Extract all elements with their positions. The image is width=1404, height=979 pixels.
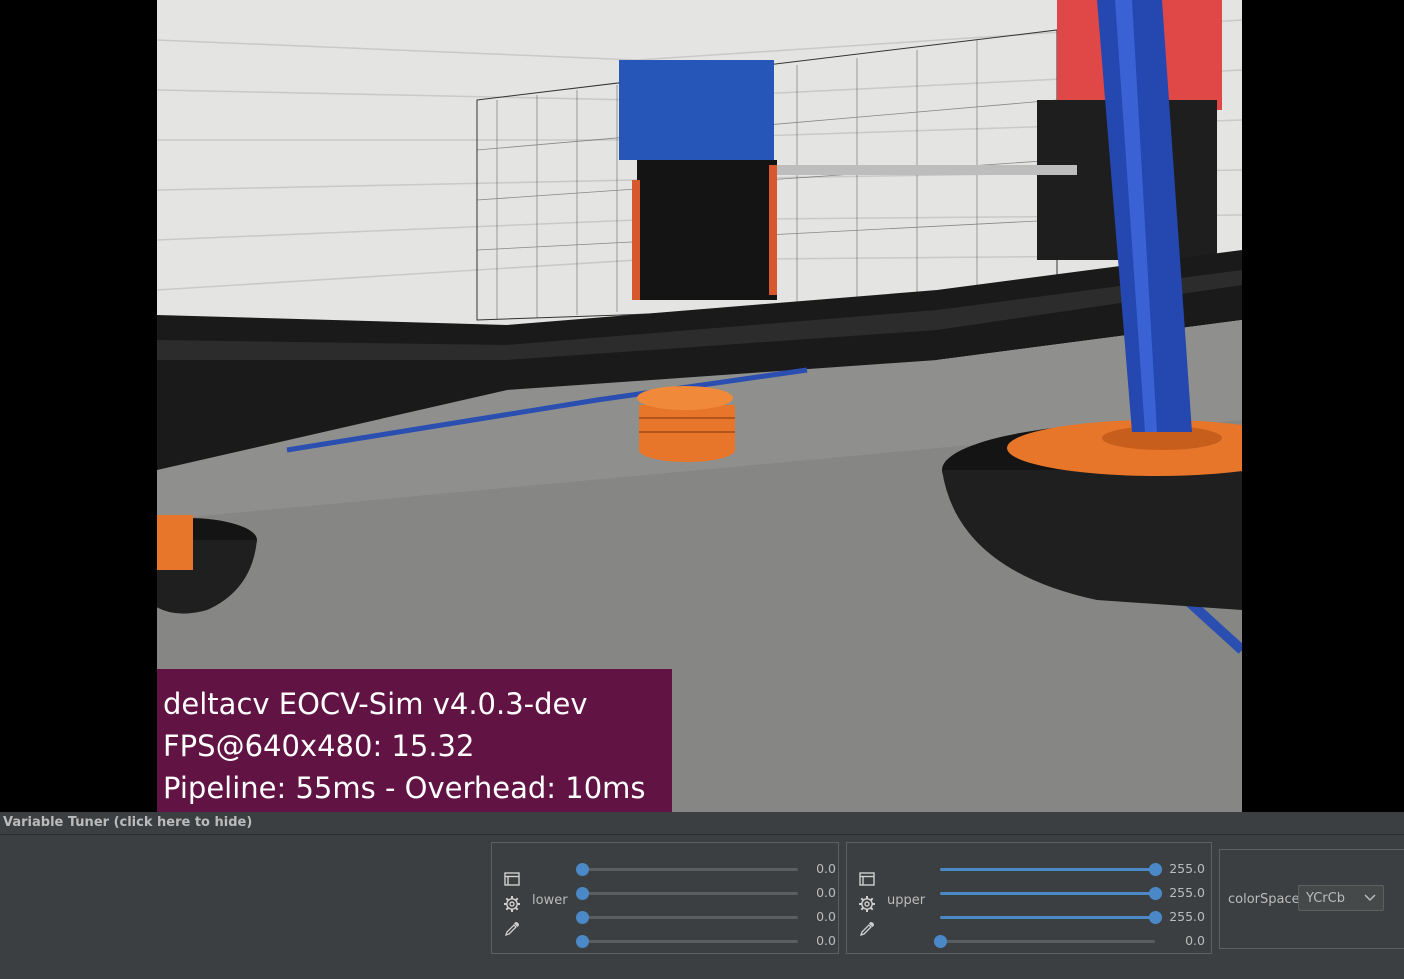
lower-slider-thumb[interactable] <box>576 911 589 924</box>
upper-label: upper <box>887 893 926 908</box>
upper-slider-thumb[interactable] <box>1149 887 1162 900</box>
window-icon[interactable] <box>501 868 523 890</box>
stats-overlay: deltacv EOCV-Sim v4.0.3-dev FPS@640x480:… <box>157 669 672 812</box>
upper-slider-fill <box>940 916 1155 919</box>
gear-icon[interactable] <box>501 893 523 915</box>
eyedropper-icon[interactable] <box>501 918 523 940</box>
lower-slider-thumb[interactable] <box>576 887 589 900</box>
variable-tuner-toggle[interactable]: Variable Tuner (click here to hide) <box>0 812 1404 835</box>
upper-slider-row: 255.0 <box>940 883 1208 903</box>
viewport: deltacv EOCV-Sim v4.0.3-dev FPS@640x480:… <box>0 0 1404 812</box>
variable-tuner-title: Variable Tuner (click here to hide) <box>3 815 253 830</box>
lower-slider-row: 0.0 <box>576 859 836 879</box>
lower-slider-track[interactable] <box>582 868 798 871</box>
upper-slider-value: 255.0 <box>1169 885 1205 900</box>
upper-slider-value: 255.0 <box>1169 861 1205 876</box>
colorspace-selected-value: YCrCb <box>1306 891 1345 906</box>
lower-slider-track[interactable] <box>582 892 798 895</box>
eyedropper-icon[interactable] <box>856 918 878 940</box>
version-text: deltacv EOCV-Sim v4.0.3-dev <box>163 687 588 721</box>
upper-slider-thumb[interactable] <box>1149 863 1162 876</box>
variable-tuner-panel: lower 0.0 0.0 0.0 0.0 upper 255.0 255.0 255.0… <box>0 835 1404 979</box>
colorspace-dropdown[interactable]: YCrCb <box>1298 885 1384 911</box>
lower-slider-row: 0.0 <box>576 931 836 951</box>
lower-slider-thumb[interactable] <box>576 935 589 948</box>
lower-slider-track[interactable] <box>582 916 798 919</box>
gear-icon[interactable] <box>856 893 878 915</box>
lower-slider-value: 0.0 <box>816 885 836 900</box>
colorspace-label: colorSpace <box>1228 892 1300 907</box>
fps-text: FPS@640x480: 15.32 <box>163 729 475 763</box>
lower-slider-value: 0.0 <box>816 933 836 948</box>
lower-slider-track[interactable] <box>582 940 798 943</box>
upper-slider-row: 0.0 <box>934 931 1208 951</box>
upper-slider-track[interactable] <box>940 940 1155 943</box>
lower-label: lower <box>532 893 568 908</box>
window-icon[interactable] <box>856 868 878 890</box>
upper-slider-fill <box>940 868 1155 871</box>
lower-slider-thumb[interactable] <box>576 863 589 876</box>
lower-slider-row: 0.0 <box>576 883 836 903</box>
upper-scalar-panel: upper 255.0 255.0 255.0 0.0 <box>846 842 1212 954</box>
colorspace-panel: colorSpace YCrCb <box>1219 849 1404 949</box>
lower-slider-row: 0.0 <box>576 907 836 927</box>
pipeline-timing-text: Pipeline: 55ms - Overhead: 10ms <box>163 771 646 805</box>
lower-slider-value: 0.0 <box>816 861 836 876</box>
upper-slider-value: 255.0 <box>1169 909 1205 924</box>
lower-scalar-panel: lower 0.0 0.0 0.0 0.0 <box>491 842 1092 954</box>
lower-slider-value: 0.0 <box>816 909 836 924</box>
upper-slider-thumb[interactable] <box>934 935 947 948</box>
upper-slider-value: 0.0 <box>1185 933 1205 948</box>
upper-slider-row: 255.0 <box>940 859 1208 879</box>
chevron-down-icon <box>1364 894 1376 902</box>
upper-slider-fill <box>940 892 1155 895</box>
upper-slider-thumb[interactable] <box>1149 911 1162 924</box>
upper-slider-row: 255.0 <box>940 907 1208 927</box>
